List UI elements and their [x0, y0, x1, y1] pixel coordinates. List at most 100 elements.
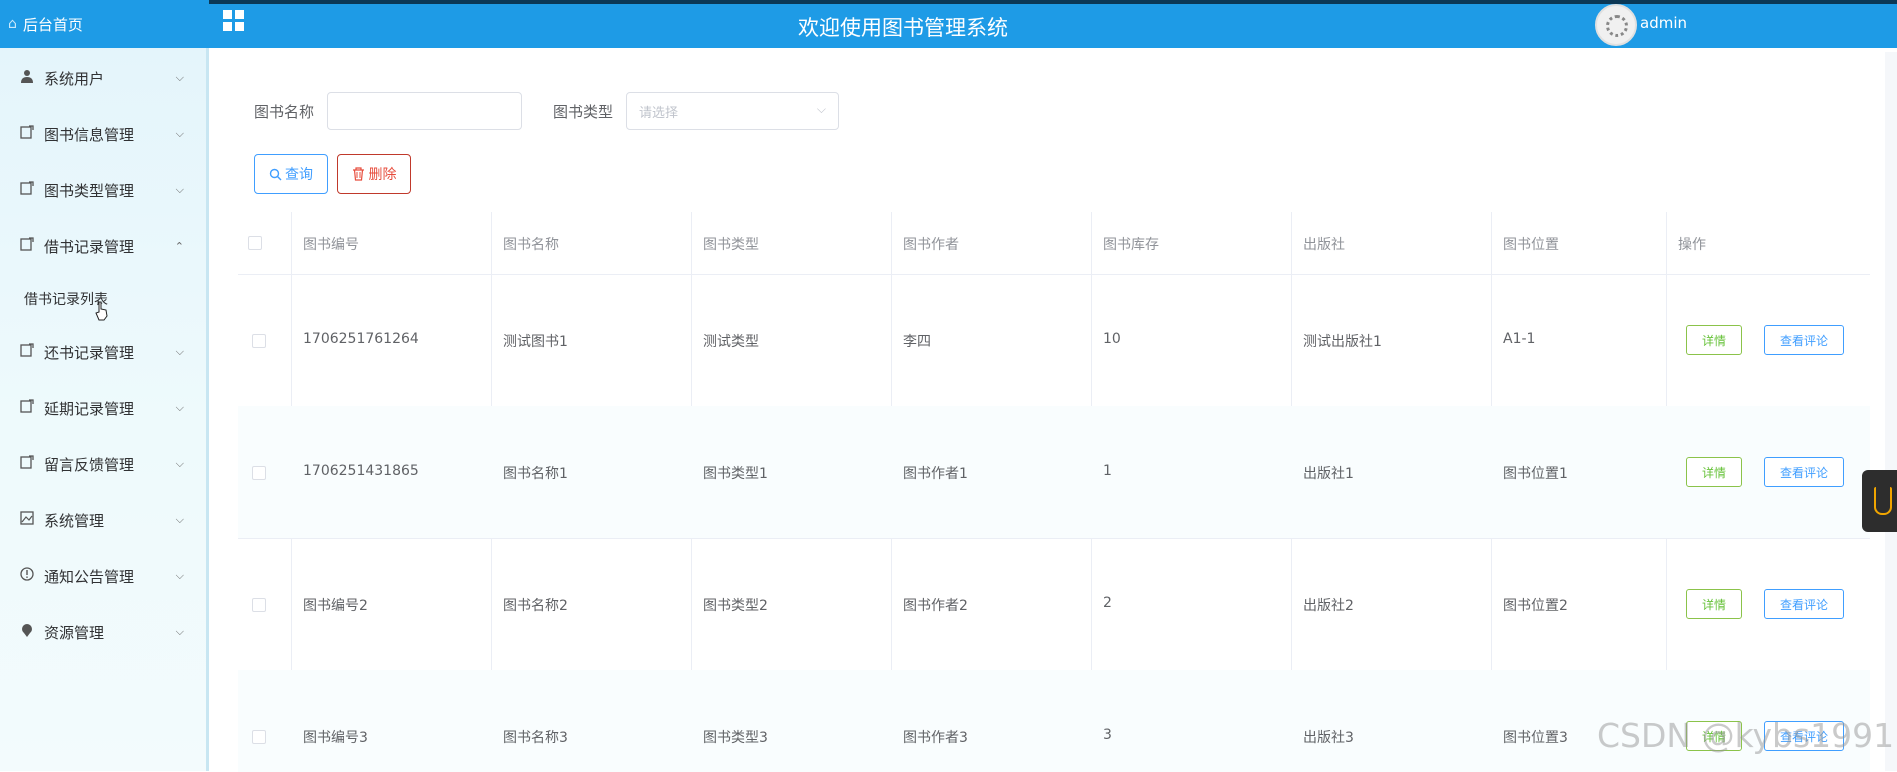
column-header: 图书编号	[303, 237, 359, 253]
sidebar-subitem-borrow-list[interactable]: 借书记录列表	[0, 274, 206, 324]
sidebar-item-resources[interactable]: 资源管理 ⌵	[0, 604, 206, 660]
table-cell: 图书名称3	[503, 730, 568, 746]
row-checkbox[interactable]	[252, 466, 266, 480]
table-cell: 测试类型	[703, 334, 759, 350]
column-header: 图书名称	[503, 237, 559, 253]
sidebar-item-label: 图书信息管理	[44, 125, 135, 144]
watermark-text: CSDN @kybs1991	[1597, 716, 1895, 755]
floating-side-tab[interactable]	[1862, 470, 1897, 532]
table-cell: 2	[1103, 595, 1112, 611]
select-all-checkbox[interactable]	[248, 236, 262, 250]
table-cell: 出版社3	[1303, 730, 1354, 746]
sidebar-item-notices[interactable]: 通知公告管理 ⌵	[0, 548, 206, 604]
table-cell: 图书作者3	[903, 730, 968, 746]
table-cell: 图书类型2	[703, 598, 768, 614]
table-row: 图书编号2 图书名称2 图书类型2 图书作者2 2 出版社2 图书位置2 详情 …	[238, 538, 1870, 671]
query-button[interactable]: 查询	[254, 154, 328, 194]
view-comments-button[interactable]: 查看评论	[1764, 457, 1844, 487]
doc-icon	[18, 343, 36, 361]
sidebar-item-return-records[interactable]: 还书记录管理 ⌵	[0, 324, 206, 380]
sidebar-item-feedback[interactable]: 留言反馈管理 ⌵	[0, 436, 206, 492]
column-header: 操作	[1678, 237, 1706, 253]
picture-icon	[18, 511, 36, 529]
select-placeholder: 请选择	[639, 105, 679, 121]
row-checkbox[interactable]	[252, 598, 266, 612]
sidebar-item-label: 资源管理	[44, 623, 105, 642]
chevron-down-icon: ⌵	[175, 625, 184, 638]
delete-button-label: 删除	[368, 167, 397, 183]
table-cell: 图书类型1	[703, 466, 768, 482]
sidebar-item-extension-records[interactable]: 延期记录管理 ⌵	[0, 380, 206, 436]
table-cell: 测试出版社1	[1303, 334, 1382, 350]
table-cell: 图书位置3	[1503, 730, 1568, 746]
sidebar-item-book-info[interactable]: 图书信息管理 ⌵	[0, 106, 206, 162]
pin-icon	[18, 623, 36, 641]
table-cell: 图书作者1	[903, 466, 968, 482]
sidebar-item-book-type[interactable]: 图书类型管理 ⌵	[0, 162, 206, 218]
column-header: 出版社	[1303, 237, 1345, 253]
chevron-up-icon: ⌃	[174, 239, 184, 253]
username[interactable]: admin	[1640, 14, 1687, 32]
sidebar-item-label: 还书记录管理	[44, 343, 135, 362]
table-cell: 1	[1103, 463, 1112, 479]
book-name-label: 图书名称	[254, 103, 315, 121]
detail-button[interactable]: 详情	[1686, 589, 1742, 619]
column-header: 图书位置	[1503, 237, 1559, 253]
detail-button[interactable]: 详情	[1686, 457, 1742, 487]
doc-icon	[18, 455, 36, 473]
column-header: 图书作者	[903, 237, 959, 253]
sidebar-item-label: 通知公告管理	[44, 567, 135, 586]
doc-icon	[18, 237, 36, 255]
table-header: 图书编号 图书名称 图书类型 图书作者 图书库存 出版社 图书位置 操作	[238, 212, 1870, 275]
query-button-label: 查询	[285, 167, 313, 183]
table-cell: 3	[1103, 727, 1112, 743]
table-cell: 图书编号3	[303, 730, 368, 746]
sidebar-item-label: 留言反馈管理	[44, 455, 135, 474]
vertical-scrollbar[interactable]	[1885, 52, 1897, 771]
table-cell: 1706251431865	[303, 463, 419, 479]
table-cell: 图书编号2	[303, 598, 368, 614]
avatar[interactable]	[1595, 4, 1637, 46]
table-row: 1706251761264 测试图书1 测试类型 李四 10 测试出版社1 A1…	[238, 274, 1870, 407]
sidebar-item-label: 系统管理	[44, 511, 105, 530]
row-checkbox[interactable]	[252, 730, 266, 744]
book-name-input[interactable]	[327, 92, 522, 130]
table-cell: 图书类型3	[703, 730, 768, 746]
chevron-down-icon: ⌵	[175, 569, 184, 582]
table-cell: 测试图书1	[503, 334, 568, 350]
table-cell: 李四	[903, 334, 931, 350]
trash-icon	[352, 167, 364, 181]
info-icon	[18, 567, 36, 585]
main-content: 图书名称 图书类型 请选择 ⌵ 查询 删除 图书编号 图书名称 图书类型 图书作…	[209, 48, 1897, 772]
table-cell: 出版社1	[1303, 466, 1354, 482]
table-row: 1706251431865 图书名称1 图书类型1 图书作者1 1 出版社1 图…	[238, 406, 1870, 539]
book-type-label: 图书类型	[553, 103, 614, 121]
doc-icon	[18, 399, 36, 417]
view-comments-button[interactable]: 查看评论	[1764, 589, 1844, 619]
table-cell: A1-1	[1503, 331, 1536, 347]
chevron-down-icon: ⌵	[175, 345, 184, 358]
sidebar-item-label: 延期记录管理	[44, 399, 135, 418]
table-cell: 图书位置1	[1503, 466, 1568, 482]
doc-icon	[18, 181, 36, 199]
sidebar-item-system-users[interactable]: 系统用户 ⌵	[0, 50, 206, 106]
chevron-down-icon: ⌵	[175, 401, 184, 414]
view-comments-button[interactable]: 查看评论	[1764, 325, 1844, 355]
table-cell: 图书作者2	[903, 598, 968, 614]
sidebar-menu: 系统用户 ⌵ 图书信息管理 ⌵ 图书类型管理 ⌵ 借书记录管理 ⌃ 借书记录列表	[0, 50, 206, 660]
chevron-down-icon: ⌵	[816, 102, 826, 116]
sidebar: ⌂ 后台首页 系统用户 ⌵ 图书信息管理 ⌵ 图书类型管理 ⌵ 借书记录管理 ⌃…	[0, 0, 209, 771]
column-header: 图书类型	[703, 237, 759, 253]
table-cell: 1706251761264	[303, 331, 419, 347]
top-header: 欢迎使用图书管理系统 admin	[209, 4, 1897, 48]
sidebar-item-system-management[interactable]: 系统管理 ⌵	[0, 492, 206, 548]
sidebar-item-borrow-records[interactable]: 借书记录管理 ⌃	[0, 218, 206, 274]
book-type-select[interactable]: 请选择 ⌵	[626, 92, 839, 130]
chevron-down-icon: ⌵	[175, 127, 184, 140]
detail-button[interactable]: 详情	[1686, 325, 1742, 355]
sidebar-item-label: 借书记录管理	[44, 237, 135, 256]
sidebar-item-label: 图书类型管理	[44, 181, 135, 200]
row-checkbox[interactable]	[252, 334, 266, 348]
doc-icon	[18, 125, 36, 143]
delete-button[interactable]: 删除	[337, 154, 411, 194]
